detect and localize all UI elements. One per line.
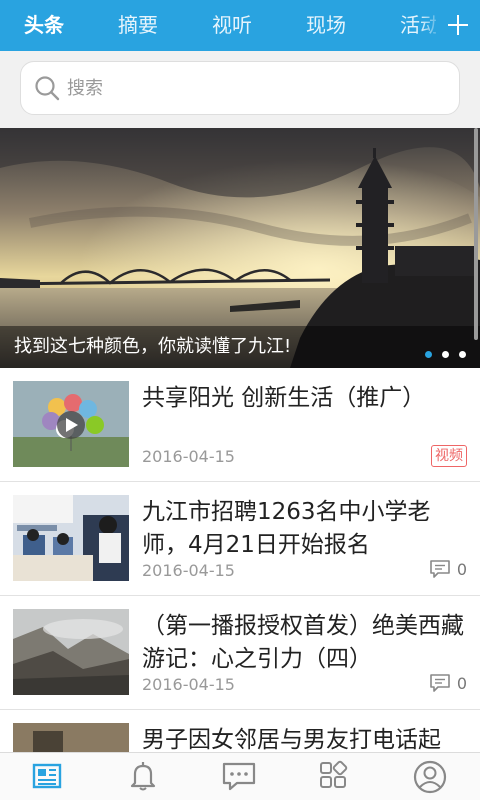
list-item[interactable]: 男子因女邻居与男友打电话起 <box>0 710 480 752</box>
search-icon <box>35 76 60 101</box>
tab-live-scene[interactable]: 现场 <box>306 0 346 51</box>
news-title: 共享阳光 创新生活（推广） <box>142 385 426 411</box>
carousel-dot[interactable] <box>442 351 449 358</box>
comment-count-value: 0 <box>456 673 467 693</box>
nav-news[interactable] <box>28 759 68 795</box>
list-item[interactable]: （第一播报授权首发）绝美西藏游记：心之引力（四） 2016-04-15 0 <box>0 596 480 710</box>
news-date: 2016-04-15 <box>142 561 235 580</box>
comment-icon <box>430 674 450 692</box>
news-thumbnail <box>13 495 129 581</box>
video-badge: 视频 <box>431 445 467 467</box>
search-placeholder: 搜索 <box>67 78 103 99</box>
news-icon <box>32 763 62 789</box>
scrollbar[interactable] <box>474 128 478 340</box>
nav-messages[interactable] <box>219 759 259 795</box>
comment-count[interactable]: 0 <box>429 672 467 696</box>
nav-notifications[interactable] <box>123 759 163 795</box>
news-title: 九江市招聘1263名中小学老师，4月21日开始报名 <box>142 499 431 558</box>
tab-audio-video[interactable]: 视听 <box>212 0 252 51</box>
news-thumbnail <box>13 381 129 467</box>
nav-profile[interactable] <box>410 759 450 795</box>
comment-count[interactable]: 0 <box>429 558 467 582</box>
news-title: （第一播报授权首发）绝美西藏游记：心之引力（四） <box>142 613 464 672</box>
comment-icon <box>430 560 450 578</box>
banner-caption-bar: 找到这七种颜色，你就读懂了九江! <box>0 326 480 368</box>
chat-icon <box>222 762 256 791</box>
user-icon <box>413 760 447 794</box>
comment-count-value: 0 <box>456 559 467 579</box>
carousel-indicator <box>415 343 466 358</box>
banner-caption[interactable]: 找到这七种颜色，你就读懂了九江! <box>14 326 291 368</box>
news-thumbnail <box>13 723 129 752</box>
tab-headlines[interactable]: 头条 <box>24 0 64 51</box>
news-thumbnail <box>13 609 129 695</box>
search-input[interactable]: 搜索 <box>20 61 460 115</box>
list-item[interactable]: 共享阳光 创新生活（推广） 2016-04-15 视频 <box>0 368 480 482</box>
search-area: 搜索 <box>0 51 480 128</box>
banner-carousel[interactable]: 找到这七种颜色，你就读懂了九江! <box>0 128 480 368</box>
add-channel-button[interactable] <box>436 0 480 51</box>
news-list: 共享阳光 创新生活（推广） 2016-04-15 视频 九江市招聘1263名中小… <box>0 368 480 752</box>
news-date: 2016-04-15 <box>142 447 235 466</box>
list-item[interactable]: 九江市招聘1263名中小学老师，4月21日开始报名 2016-04-15 0 <box>0 482 480 596</box>
bottom-nav-bar <box>0 752 480 800</box>
tab-digest[interactable]: 摘要 <box>118 0 158 51</box>
bell-icon <box>130 762 156 791</box>
nav-apps[interactable] <box>314 759 354 795</box>
carousel-dot[interactable] <box>459 351 466 358</box>
news-title: 男子因女邻居与男友打电话起 <box>142 727 441 752</box>
carousel-dot[interactable] <box>425 351 432 358</box>
news-date: 2016-04-15 <box>142 675 235 694</box>
top-tab-bar: 头条 摘要 视听 现场 活动 <box>0 0 480 51</box>
apps-icon <box>320 760 348 788</box>
